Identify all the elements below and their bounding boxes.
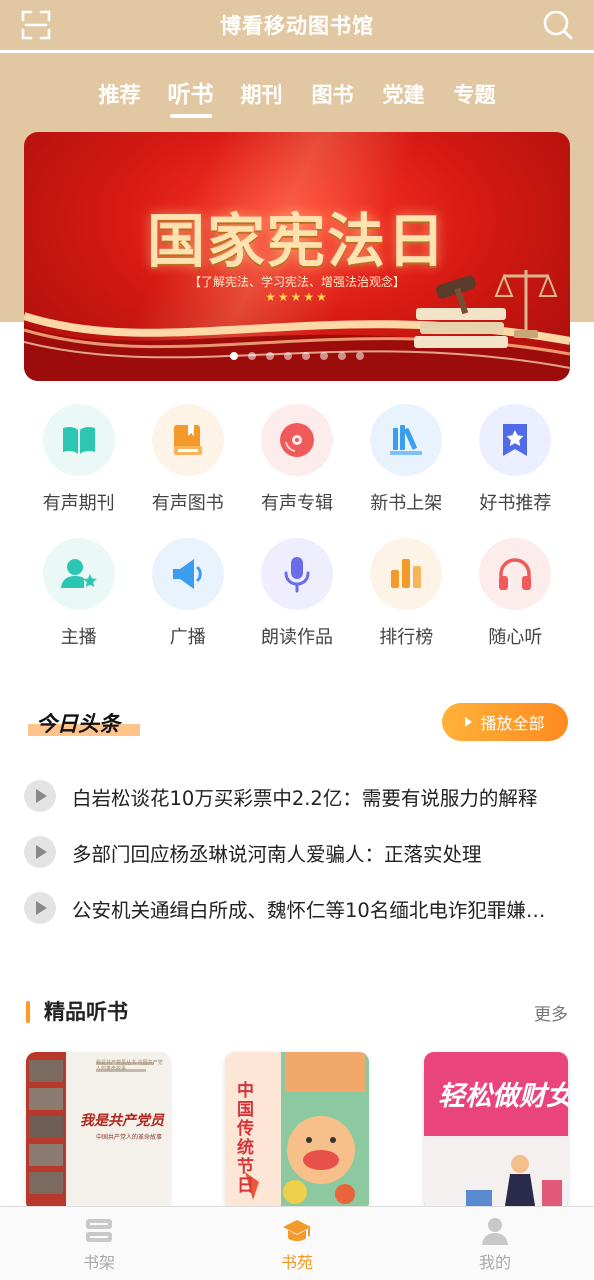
headlines-title: 今日头条 bbox=[36, 712, 120, 736]
carousel-dot[interactable] bbox=[320, 352, 328, 360]
book-cover-title: 中国传统节日 bbox=[237, 1081, 254, 1196]
banner-subtitle: 【了解宪法、学习宪法、增强法治观念】 bbox=[188, 275, 405, 289]
microphone-icon bbox=[261, 538, 333, 610]
category-audio-books[interactable]: 有声图书 bbox=[133, 404, 242, 538]
nav-bookshelf[interactable]: 书架 bbox=[0, 1207, 198, 1280]
user-icon bbox=[482, 1218, 508, 1245]
graduation-cap-icon bbox=[283, 1220, 311, 1241]
headline-text: 公安机关通缉白所成、魏怀仁等10名缅北电诈犯罪嫌疑人 bbox=[72, 898, 562, 922]
play-button[interactable] bbox=[24, 892, 56, 924]
headlines-header: 今日头条 播放全部 bbox=[24, 702, 570, 742]
category-new-books[interactable]: 新书上架 bbox=[352, 404, 461, 538]
book-stack-icon bbox=[151, 404, 224, 476]
featured-section-header: 精品听书 更多 bbox=[24, 994, 570, 1030]
title-bar: 博看移动图书馆 bbox=[0, 0, 594, 50]
category-label: 有声期刊 bbox=[42, 493, 115, 514]
disc-icon bbox=[261, 404, 333, 476]
category-label: 排行榜 bbox=[379, 627, 434, 648]
app-title: 博看移动图书馆 bbox=[220, 14, 374, 38]
carousel-dot[interactable] bbox=[284, 352, 292, 360]
category-label: 新书上架 bbox=[370, 493, 443, 514]
play-icon bbox=[36, 789, 47, 803]
book-cover-title: 我是共产党员 bbox=[80, 1113, 164, 1129]
headphones-icon bbox=[479, 538, 552, 610]
list-item[interactable]: 公安机关通缉白所成、魏怀仁等10名缅北电诈犯罪嫌疑人 bbox=[24, 880, 570, 936]
category-rankings[interactable]: 排行榜 bbox=[352, 538, 461, 672]
category-audio-journals[interactable]: 有声期刊 bbox=[24, 404, 133, 538]
category-recommended-books[interactable]: 好书推荐 bbox=[461, 404, 570, 538]
headlines-list: 白岩松谈花10万买彩票中2.2亿：需要有说服力的解释 多部门回应杨丞琳说河南人爱… bbox=[24, 768, 570, 936]
book-cover-top-text: 我是共产党员丛书·中国共产党人的革命故事 bbox=[96, 1060, 163, 1072]
carousel-dot[interactable] bbox=[230, 352, 238, 360]
tab-books[interactable]: 图书 bbox=[297, 78, 368, 118]
category-anchors[interactable]: 主播 bbox=[24, 538, 133, 672]
featured-section-title: 精品听书 bbox=[44, 1000, 128, 1024]
book-cover-title: 轻松做财女 bbox=[438, 1081, 568, 1112]
books-shelf-icon bbox=[370, 404, 443, 476]
promo-banner[interactable]: 国家宪法日 【了解宪法、学习宪法、增强法治观念】 ★★★★★ bbox=[24, 132, 570, 381]
tab-party-building[interactable]: 党建 bbox=[368, 78, 439, 118]
category-label: 广播 bbox=[169, 627, 206, 648]
tab-recommend[interactable]: 推荐 bbox=[84, 78, 155, 118]
play-icon bbox=[36, 845, 47, 859]
banner-stars: ★★★★★ bbox=[265, 290, 329, 304]
category-label: 有声图书 bbox=[151, 493, 224, 514]
nav-profile[interactable]: 我的 bbox=[396, 1207, 594, 1280]
book-cover-subtitle: 中国共产党人的革命故事 bbox=[96, 1134, 163, 1141]
speaker-icon bbox=[151, 538, 224, 610]
book-cover[interactable]: 轻松做财女 bbox=[424, 1052, 568, 1212]
carousel-dot[interactable] bbox=[266, 352, 274, 360]
star-bookmark-icon bbox=[479, 404, 552, 476]
bar-chart-icon bbox=[370, 538, 443, 610]
category-grid: 有声期刊 有声图书 有声专辑 新书上架 好书推荐 主播 广播 朗读作品 排行榜 … bbox=[24, 404, 570, 672]
search-icon[interactable] bbox=[542, 9, 574, 41]
banner-headline: 国家宪法日 bbox=[146, 207, 447, 275]
carousel-dot[interactable] bbox=[248, 352, 256, 360]
carousel-dots bbox=[24, 352, 570, 360]
bookshelf-icon bbox=[86, 1219, 112, 1242]
bottom-navigation: 书架 书苑 我的 bbox=[0, 1206, 594, 1280]
headline-text: 白岩松谈花10万买彩票中2.2亿：需要有说服力的解释 bbox=[72, 786, 538, 810]
list-item[interactable]: 多部门回应杨丞琳说河南人爱骗人：正落实处理 bbox=[24, 824, 570, 880]
play-all-button[interactable]: 播放全部 bbox=[442, 703, 568, 741]
play-icon bbox=[36, 901, 47, 915]
nav-library[interactable]: 书苑 bbox=[198, 1207, 396, 1280]
category-readings[interactable]: 朗读作品 bbox=[242, 538, 351, 672]
category-label: 好书推荐 bbox=[479, 493, 552, 514]
more-link[interactable]: 更多 bbox=[534, 1000, 568, 1025]
tab-topics[interactable]: 专题 bbox=[439, 78, 510, 118]
list-item[interactable]: 白岩松谈花10万买彩票中2.2亿：需要有说服力的解释 bbox=[24, 768, 570, 824]
play-all-label: 播放全部 bbox=[480, 714, 545, 733]
carousel-dot[interactable] bbox=[338, 352, 346, 360]
category-label: 有声专辑 bbox=[261, 493, 333, 514]
book-open-icon bbox=[42, 404, 115, 476]
play-button[interactable] bbox=[24, 836, 56, 868]
carousel-dot[interactable] bbox=[356, 352, 364, 360]
category-label: 主播 bbox=[60, 627, 97, 648]
nav-label: 书苑 bbox=[280, 1253, 313, 1272]
category-radio[interactable]: 广播 bbox=[133, 538, 242, 672]
carousel-dot[interactable] bbox=[302, 352, 310, 360]
anchor-user-icon bbox=[42, 538, 115, 610]
category-tabs: 推荐 听书 期刊 图书 党建 专题 bbox=[0, 78, 594, 118]
category-label: 随心听 bbox=[488, 627, 543, 648]
book-cover[interactable]: 中国传统节日 bbox=[225, 1052, 369, 1212]
section-accent-bar bbox=[26, 1001, 30, 1023]
tab-journals[interactable]: 期刊 bbox=[226, 78, 297, 118]
play-button[interactable] bbox=[24, 780, 56, 812]
title-divider bbox=[0, 50, 594, 53]
play-icon bbox=[465, 717, 473, 727]
category-audio-albums[interactable]: 有声专辑 bbox=[242, 404, 351, 538]
featured-books: 我是共产党员 中国共产党人的革命故事 我是共产党员丛书·中国共产党人的革命故事 … bbox=[26, 1052, 568, 1212]
category-label: 朗读作品 bbox=[261, 627, 333, 648]
tab-audiobooks[interactable]: 听书 bbox=[155, 78, 226, 118]
book-cover[interactable]: 我是共产党员 中国共产党人的革命故事 我是共产党员丛书·中国共产党人的革命故事 bbox=[26, 1052, 170, 1212]
headline-text: 多部门回应杨丞琳说河南人爱骗人：正落实处理 bbox=[72, 842, 482, 866]
scan-icon[interactable] bbox=[20, 9, 52, 41]
nav-label: 我的 bbox=[478, 1253, 511, 1272]
nav-label: 书架 bbox=[82, 1253, 115, 1272]
category-casual-listening[interactable]: 随心听 bbox=[461, 538, 570, 672]
